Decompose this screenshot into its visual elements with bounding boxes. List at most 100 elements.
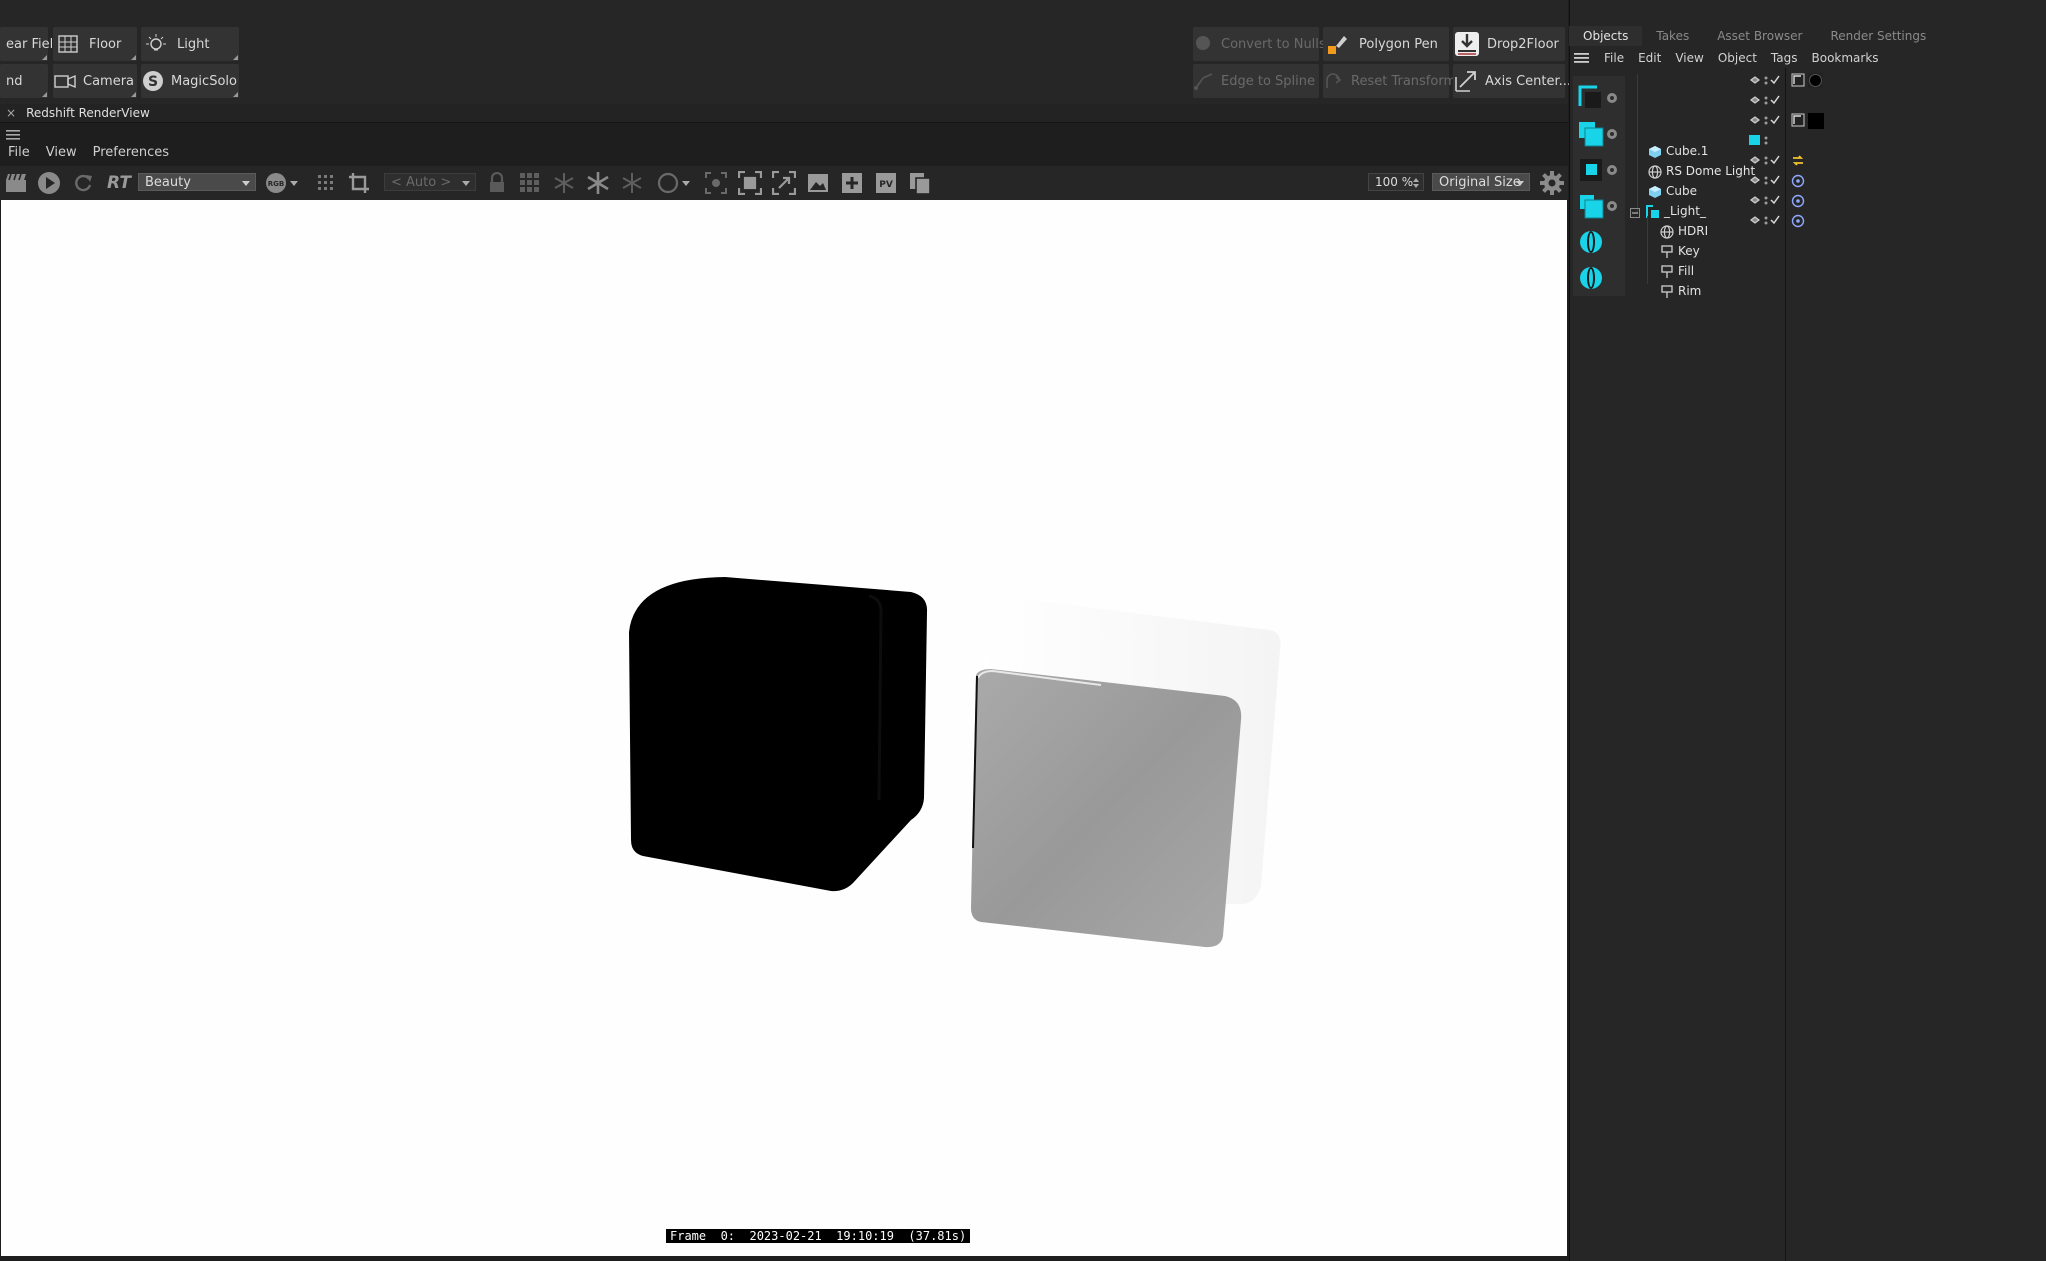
tree-row-rs-dome-light[interactable]: RS Dome Light <box>1628 162 2046 182</box>
object-name: Key <box>1678 244 1700 258</box>
gear-icon[interactable] <box>1539 170 1565 196</box>
tree-row-key[interactable]: Key <box>1628 242 2046 262</box>
play-render-icon[interactable] <box>36 170 62 196</box>
target-tag-icon[interactable] <box>1791 174 1805 188</box>
bucket-grid-icon[interactable] <box>517 170 543 196</box>
menu-view[interactable]: View <box>46 145 77 165</box>
rgb-label: RGB <box>268 180 284 188</box>
panel-menu-view[interactable]: View <box>1675 51 1703 65</box>
svg-text:S: S <box>148 74 158 90</box>
expand-view-icon[interactable] <box>771 170 797 196</box>
panel-menu-edit[interactable]: Edit <box>1638 51 1661 65</box>
picture-viewer-icon[interactable]: PV <box>873 170 899 196</box>
filter-toggle-1[interactable] <box>1577 228 1605 256</box>
snowflake-dim-icon[interactable] <box>619 170 645 196</box>
material-tag-icon-2[interactable] <box>1791 113 1827 129</box>
layer-gear-icon-4[interactable] <box>1605 198 1619 212</box>
visibility-flags[interactable] <box>1749 74 1785 234</box>
aov-select-value: Beauty <box>145 174 191 190</box>
camera-tool-button[interactable]: Camera <box>53 64 137 98</box>
crop-icon[interactable] <box>346 170 372 196</box>
zoom-field[interactable]: 100 % <box>1368 173 1424 191</box>
zoom-stepper-icon[interactable] <box>1412 177 1420 189</box>
lock-icon[interactable] <box>484 170 510 196</box>
object-name: Rim <box>1678 284 1702 298</box>
edge-to-spline-label: Edge to Spline <box>1221 73 1315 89</box>
close-icon[interactable]: × <box>6 106 16 120</box>
layer-gear-icon-3[interactable] <box>1605 162 1619 176</box>
layer-button-3[interactable] <box>1577 156 1605 184</box>
aov-select[interactable]: Beauty <box>138 173 256 191</box>
area-light-icon <box>1660 265 1674 279</box>
circle-dropdown-arrow[interactable] <box>680 170 692 196</box>
light-tool-button[interactable]: Light <box>141 27 239 61</box>
reset-transform-label: Reset Transform <box>1351 73 1457 89</box>
zoom-value: 100 % <box>1375 175 1414 189</box>
add-snapshot-icon[interactable] <box>839 170 865 196</box>
panel-menubar: File Edit View Object Tags Bookmarks <box>1574 48 1879 68</box>
tree-row-fill[interactable]: Fill <box>1628 262 2046 282</box>
target-tag-icon-3[interactable] <box>1791 214 1805 228</box>
size-select[interactable]: Original Size <box>1432 173 1530 191</box>
auto-select[interactable]: < Auto > <box>384 173 476 191</box>
render-canvas[interactable] <box>1 200 1567 1256</box>
menu-preferences[interactable]: Preferences <box>93 145 169 165</box>
tree-row-cube[interactable]: Cube <box>1628 182 2046 202</box>
layer-gear-icon-1[interactable] <box>1605 90 1619 104</box>
camera-tool-label: Camera <box>83 73 135 89</box>
layer-button-2[interactable] <box>1577 120 1605 148</box>
renderview-tab[interactable]: × Redshift RenderView <box>6 104 150 122</box>
layer-button-4[interactable] <box>1577 192 1605 220</box>
field-tool-button[interactable]: ear Field <box>0 27 61 61</box>
tree-row-light-group[interactable]: _Light_ <box>1628 202 2046 222</box>
snowflake-bold-icon[interactable] <box>585 170 611 196</box>
object-name: RS Dome Light <box>1666 164 1756 178</box>
grid-dots-icon[interactable] <box>313 170 339 196</box>
reset-transform-button[interactable]: Reset Transform <box>1323 64 1456 98</box>
object-name: Cube.1 <box>1666 144 1709 158</box>
edge-to-spline-button[interactable]: Edge to Spline <box>1193 64 1319 98</box>
menu-file[interactable]: File <box>8 145 30 165</box>
focus-region-icon[interactable] <box>703 170 729 196</box>
polygon-pen-button[interactable]: Polygon Pen <box>1323 27 1449 61</box>
dome-light-icon <box>1660 225 1674 239</box>
rt-toggle[interactable]: RT <box>102 170 136 196</box>
rgb-dropdown-arrow[interactable] <box>288 170 300 196</box>
layer-gear-icon-2[interactable] <box>1605 126 1619 140</box>
axis-center-button[interactable]: Axis Center... <box>1453 64 1571 98</box>
panel-menu-file[interactable]: File <box>1604 51 1624 65</box>
refresh-icon[interactable] <box>70 170 96 196</box>
panel-menu-object[interactable]: Object <box>1718 51 1757 65</box>
convert-to-nulls-button[interactable]: Convert to Nulls <box>1193 27 1326 61</box>
tab-objects[interactable]: Objects <box>1569 26 1643 46</box>
field-tool-button-2[interactable]: nd <box>0 64 48 98</box>
layer-button-1[interactable] <box>1577 84 1605 112</box>
snowflake-icon[interactable] <box>551 170 577 196</box>
rgb-channel-icon[interactable]: RGB <box>264 170 290 196</box>
panel-menu-bookmarks[interactable]: Bookmarks <box>1812 51 1879 65</box>
material-tag-icon[interactable] <box>1791 73 1827 89</box>
target-tag-icon-2[interactable] <box>1791 194 1805 208</box>
tab-takes[interactable]: Takes <box>1642 26 1703 46</box>
panel-menu-tags[interactable]: Tags <box>1771 51 1798 65</box>
tab-render-settings[interactable]: Render Settings <box>1816 26 1940 46</box>
snapshot-image-icon[interactable] <box>805 170 831 196</box>
copy-icon[interactable] <box>907 170 933 196</box>
hdri-tag-icon[interactable] <box>1791 154 1805 168</box>
tree-row-rim[interactable]: Rim <box>1628 282 2046 302</box>
drop2floor-button[interactable]: Drop2Floor <box>1453 27 1565 61</box>
fit-view-icon[interactable] <box>737 170 763 196</box>
renderview-menubar: File View Preferences <box>8 145 169 165</box>
tree-row-cube-1[interactable]: Cube.1 <box>1628 142 2046 162</box>
tree-row-hdri[interactable]: HDRI <box>1628 222 2046 242</box>
filter-toggle-2[interactable] <box>1577 264 1605 292</box>
circle-region-icon[interactable] <box>655 170 681 196</box>
floor-tool-button[interactable]: Floor <box>53 27 137 61</box>
hamburger-menu-icon[interactable] <box>6 126 22 145</box>
clapper-icon[interactable] <box>3 170 29 196</box>
tab-asset-browser[interactable]: Asset Browser <box>1703 26 1816 46</box>
collapse-toggle-icon[interactable] <box>1630 207 1640 218</box>
panel-hamburger-icon[interactable] <box>1574 52 1590 64</box>
render-image <box>629 577 1281 948</box>
magicsolo-tool-button[interactable]: S MagicSolo <box>141 64 239 98</box>
